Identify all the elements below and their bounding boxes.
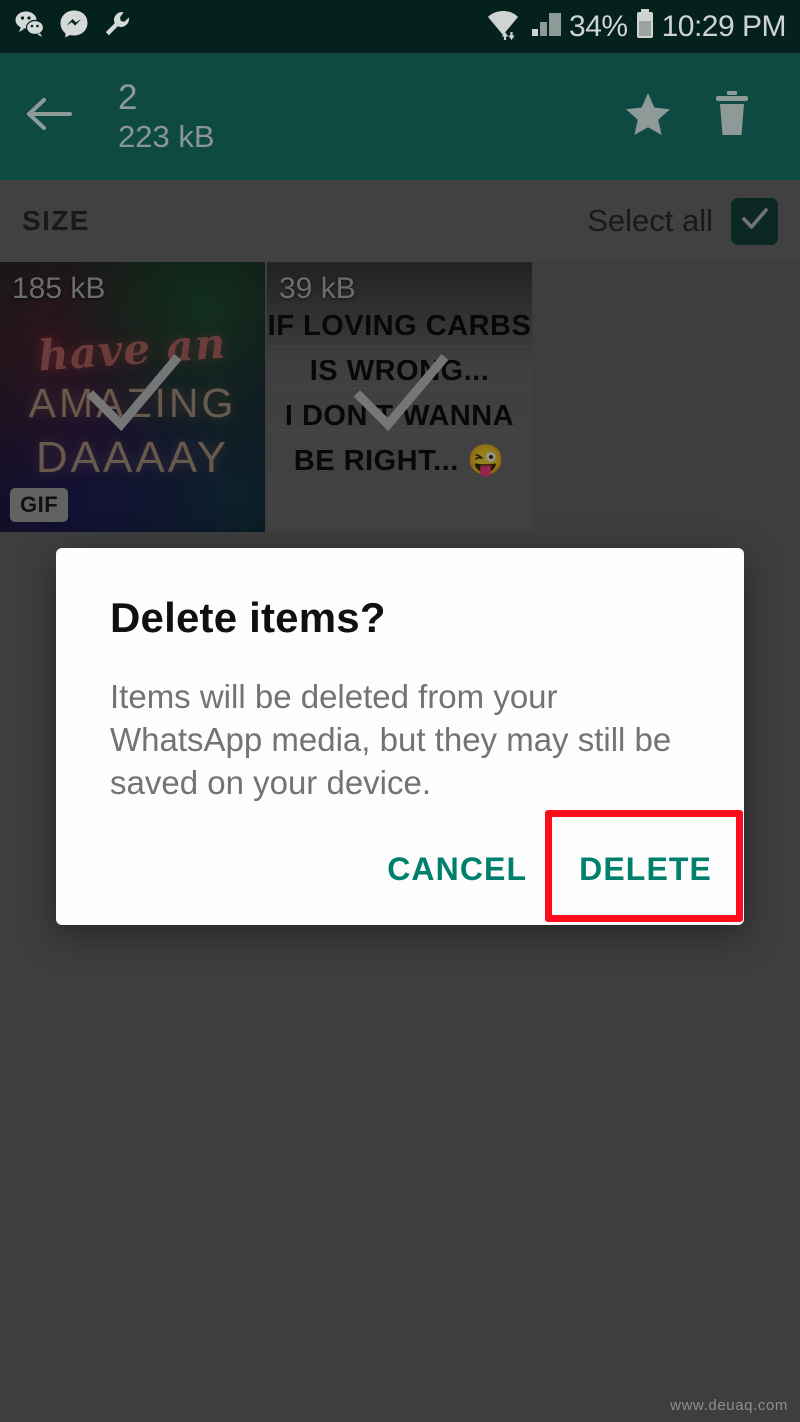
phone-screen: 34% 10:29 PM 2 223 kB SIZE Select all ha… xyxy=(0,0,800,1422)
star-button[interactable] xyxy=(606,91,690,142)
cellular-signal-icon xyxy=(530,8,562,45)
wechat-icon xyxy=(14,8,46,45)
status-bar: 34% 10:29 PM xyxy=(0,0,800,53)
back-button[interactable] xyxy=(26,94,96,139)
selected-count-label: 2 xyxy=(118,77,138,117)
site-watermark: www.deuaq.com xyxy=(670,1397,788,1414)
status-bar-system-icons: 34% 10:29 PM xyxy=(487,7,787,46)
dialog-action-row: CANCEL DELETE xyxy=(56,813,744,925)
app-bar: 2 223 kB xyxy=(0,53,800,180)
dialog-body-text: Items will be deleted from your WhatsApp… xyxy=(110,678,672,801)
confirm-delete-button[interactable]: DELETE xyxy=(553,829,738,910)
star-icon xyxy=(624,91,672,142)
messenger-icon xyxy=(59,9,89,44)
battery-percent-label: 34% xyxy=(569,9,628,43)
selection-title-block: 2 223 kB xyxy=(118,78,606,156)
selected-size-label: 223 kB xyxy=(118,118,215,154)
back-arrow-icon xyxy=(26,94,72,139)
delete-confirmation-dialog: Delete items? Items will be deleted from… xyxy=(56,548,744,925)
battery-icon xyxy=(635,8,655,45)
delete-button[interactable] xyxy=(690,90,774,143)
dialog-title: Delete items? xyxy=(110,594,386,641)
clock-label: 10:29 PM xyxy=(661,9,787,43)
trash-icon xyxy=(712,90,752,143)
wrench-icon xyxy=(102,9,132,44)
status-bar-notification-icons xyxy=(14,8,132,45)
wifi-icon xyxy=(487,7,523,46)
cancel-button[interactable]: CANCEL xyxy=(361,829,553,910)
